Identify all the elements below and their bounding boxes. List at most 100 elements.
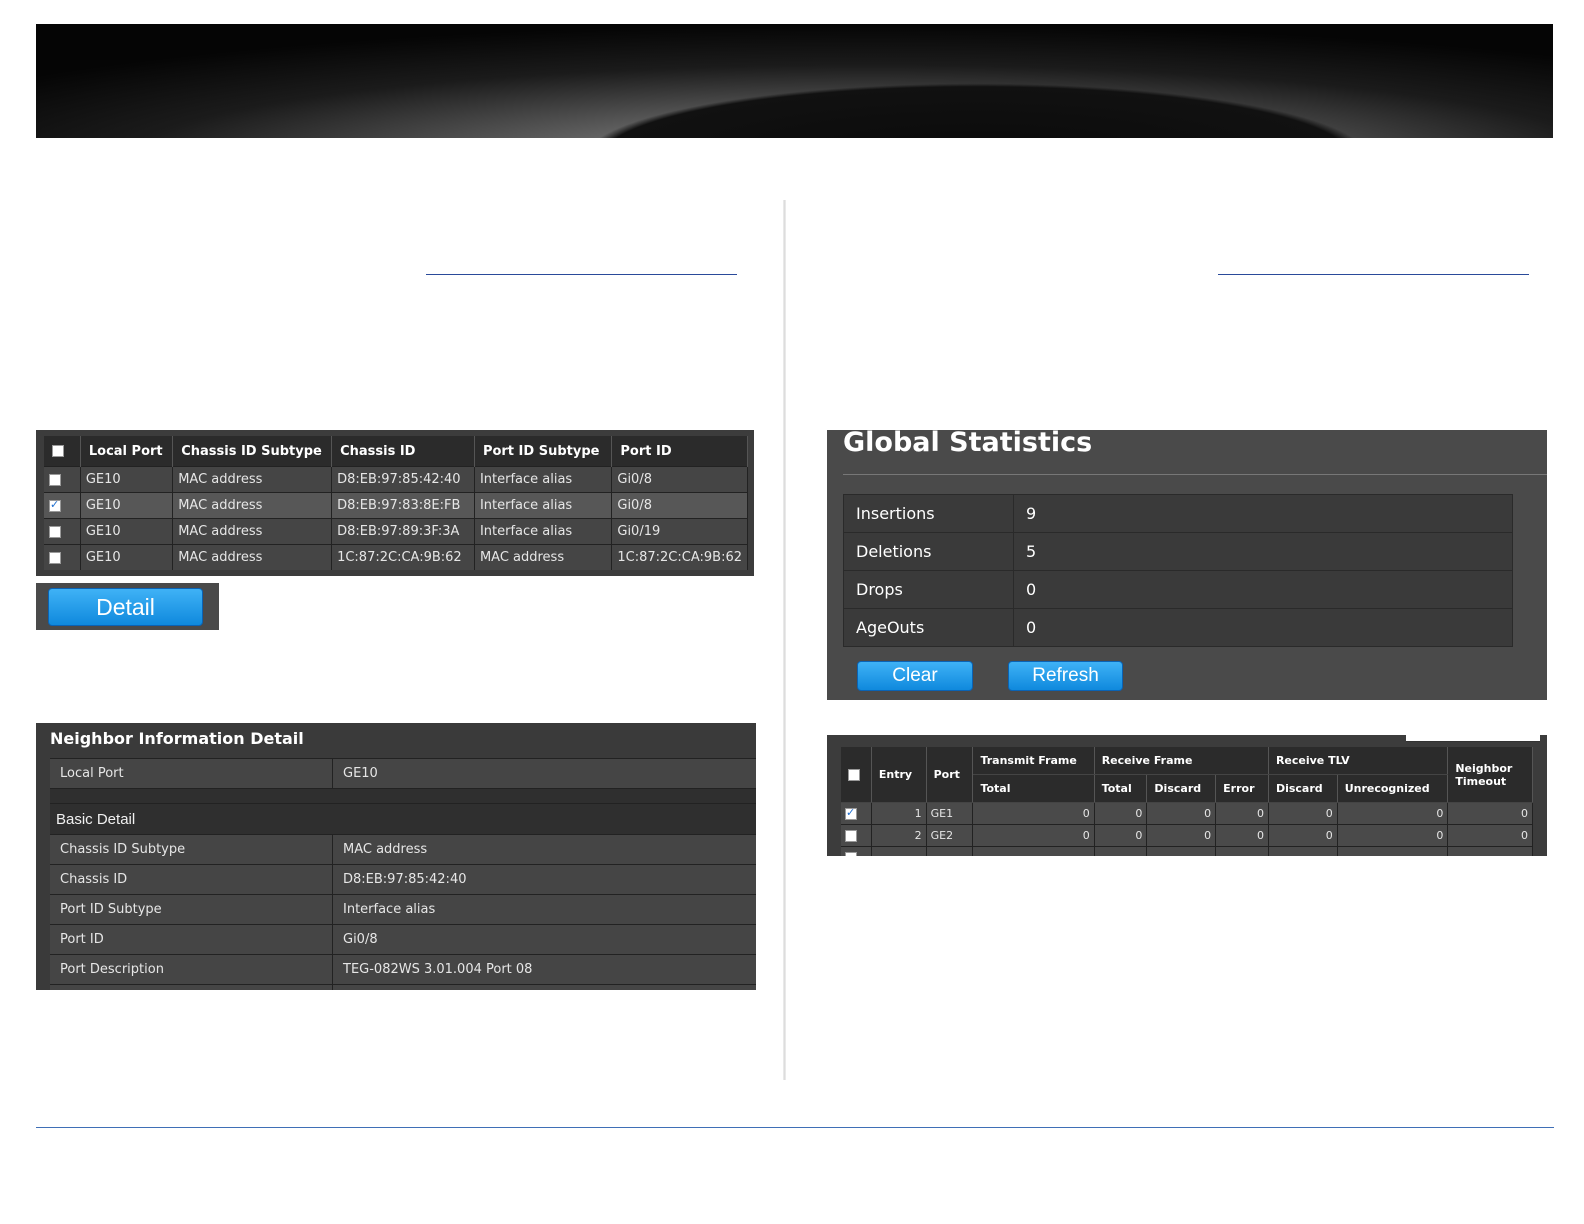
entry-cell: 1: [871, 802, 927, 825]
partial-cell: [1447, 846, 1533, 856]
basic-detail-header: Basic Detail: [50, 803, 756, 835]
table-row[interactable]: 2 GE2 0 0 0 0 0 0 0: [841, 824, 1533, 847]
table-row[interactable]: GE10 MAC address 1C:87:2C:CA:9B:62 MAC a…: [44, 544, 748, 570]
detail-spacer: [50, 788, 756, 804]
column-divider: [783, 200, 786, 1080]
table-row-partial: [841, 846, 1533, 856]
detail-label: Port ID Subtype: [50, 894, 333, 925]
detail-value: Interface alias: [332, 894, 756, 925]
local-port-label: Local Port: [50, 758, 333, 789]
stat-label: AgeOuts: [843, 608, 1014, 647]
detail-row-partial: [50, 984, 756, 990]
chassis-subtype-cell: MAC address: [172, 518, 333, 545]
stat-row: Insertions 9: [843, 494, 1513, 533]
right-link-underline: [1218, 274, 1529, 275]
detail-row: Port ID Subtype Interface alias: [50, 894, 756, 925]
local-port-cell: GE10: [80, 544, 174, 570]
port-statistics-table: Entry Port Transmit Frame Receive Frame …: [841, 747, 1533, 856]
chassis-id-cell: D8:EB:97:83:8E:FB: [331, 492, 475, 519]
col-tlv-discard: Discard: [1268, 774, 1338, 803]
stat-label: Insertions: [843, 494, 1014, 533]
local-port-value: GE10: [332, 758, 756, 789]
entry-cell: 2: [871, 824, 927, 847]
table-row[interactable]: GE10 MAC address D8:EB:97:85:42:40 Inter…: [44, 466, 748, 493]
rx-total-cell: 0: [1094, 802, 1148, 825]
chassis-subtype-cell: MAC address: [172, 544, 333, 570]
detail-row: Port Description TEG-082WS 3.01.004 Port…: [50, 954, 756, 985]
col-port-id: Port ID: [611, 436, 748, 467]
stat-value: 0: [1013, 570, 1513, 609]
col-chassis-id: Chassis ID: [331, 436, 475, 467]
col-entry: Entry: [871, 747, 927, 803]
partial-cell: [972, 846, 1095, 856]
detail-row: Chassis ID Subtype MAC address: [50, 834, 756, 865]
detail-button[interactable]: Detail: [48, 588, 203, 626]
partial-cell: [1094, 846, 1148, 856]
detail-label: Chassis ID: [50, 864, 333, 895]
col-port: Port: [926, 747, 974, 803]
detail-label: Chassis ID Subtype: [50, 834, 333, 865]
global-statistics-title: Global Statistics: [843, 427, 1093, 458]
port-subtype-cell: MAC address: [474, 544, 613, 570]
stat-label: Deletions: [843, 532, 1014, 571]
stat-row: Drops 0: [843, 570, 1513, 609]
row-checkbox[interactable]: [845, 852, 857, 856]
global-statistics-table: Insertions 9 Deletions 5 Drops 0 AgeOuts…: [843, 494, 1513, 647]
local-port-cell: GE10: [80, 518, 174, 545]
rx-total-cell: 0: [1094, 824, 1148, 847]
tx-total-cell: 0: [972, 824, 1095, 847]
stat-label: Drops: [843, 570, 1014, 609]
col-receive-frame: Receive Frame: [1094, 747, 1269, 775]
port-id-cell: 1C:87:2C:CA:9B:62: [611, 544, 748, 570]
row-checkbox-cell: [841, 802, 872, 825]
detail-row: Port ID Gi0/8: [50, 924, 756, 955]
row-checkbox[interactable]: [49, 498, 61, 512]
tlv-unrecognized-cell: 0: [1337, 824, 1449, 847]
timeout-cell: 0: [1447, 824, 1533, 847]
select-all-checkbox[interactable]: [848, 769, 860, 781]
port-id-cell: Gi0/19: [611, 518, 748, 545]
row-checkbox[interactable]: [49, 525, 61, 538]
detail-value-empty: [332, 984, 756, 990]
detail-row: Chassis ID D8:EB:97:85:42:40: [50, 864, 756, 895]
chassis-subtype-cell: MAC address: [172, 466, 333, 493]
table-row[interactable]: 1 GE1 0 0 0 0 0 0 0: [841, 802, 1533, 825]
row-checkbox[interactable]: [845, 830, 857, 842]
port-subtype-cell: Interface alias: [474, 518, 613, 545]
col-neighbor-timeout: Neighbor Timeout: [1447, 747, 1533, 803]
title-divider: [843, 474, 1547, 475]
header-banner: [36, 24, 1553, 138]
col-rx-discard: Discard: [1146, 774, 1217, 803]
rx-error-cell: 0: [1215, 802, 1269, 825]
footer-divider: [36, 1127, 1554, 1128]
row-checkbox[interactable]: [49, 551, 61, 564]
local-port-cell: GE10: [80, 492, 174, 519]
detail-row: Local Port GE10: [50, 758, 756, 789]
clear-button[interactable]: Clear: [857, 661, 973, 691]
col-chassis-id-subtype: Chassis ID Subtype: [172, 436, 333, 467]
stat-value: 5: [1013, 532, 1513, 571]
port-cell: GE1: [926, 802, 974, 825]
row-checkbox[interactable]: [49, 473, 61, 486]
partial-cell: [1268, 846, 1338, 856]
rx-discard-cell: 0: [1146, 824, 1217, 847]
chassis-id-cell: D8:EB:97:89:3F:3A: [331, 518, 475, 545]
tlv-discard-cell: 0: [1268, 802, 1338, 825]
basic-detail-title: Basic Detail: [50, 803, 756, 835]
col-receive-tlv: Receive TLV: [1268, 747, 1449, 775]
port-id-cell: Gi0/8: [611, 492, 748, 519]
row-checkbox[interactable]: [845, 806, 857, 820]
col-local-port: Local Port: [80, 436, 174, 467]
neighbor-detail-table: Local Port GE10 Basic Detail Chassis ID …: [50, 758, 756, 990]
partial-cell: [841, 846, 872, 856]
row-checkbox-cell: [44, 544, 81, 570]
chassis-id-cell: 1C:87:2C:CA:9B:62: [331, 544, 475, 570]
col-tlv-unrecognized: Unrecognized: [1337, 774, 1449, 803]
table-row[interactable]: GE10 MAC address D8:EB:97:89:3F:3A Inter…: [44, 518, 748, 545]
port-subtype-cell: Interface alias: [474, 466, 613, 493]
rx-discard-cell: 0: [1146, 802, 1217, 825]
timeout-cell: 0: [1447, 802, 1533, 825]
refresh-button[interactable]: Refresh: [1008, 661, 1123, 691]
table-row[interactable]: GE10 MAC address D8:EB:97:83:8E:FB Inter…: [44, 492, 748, 519]
select-all-checkbox[interactable]: [52, 445, 64, 457]
